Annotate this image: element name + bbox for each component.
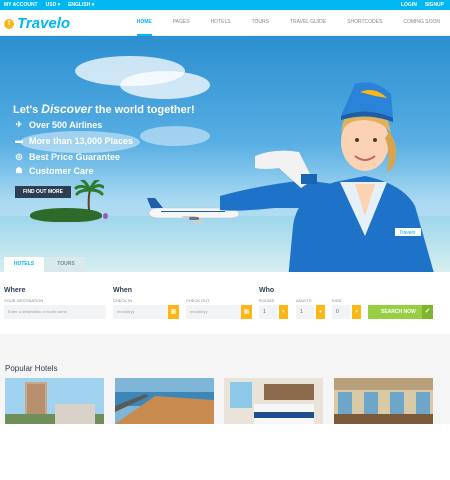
logo-text: Travelo [17,15,71,32]
adults-select[interactable]: 1 [296,305,314,319]
calendar-icon[interactable]: ▦ [241,305,252,319]
who-heading: Who [259,287,275,294]
kids-select[interactable]: 0 [332,305,350,319]
top-bar: MY ACCOUNT USD ▾ ENGLISH ▾ LOGIN SIGNUP [0,0,450,10]
bed-icon: ▬ [15,136,23,145]
chevron-down-icon[interactable]: ▾ [352,305,361,319]
nav-pages[interactable]: PAGES [173,19,190,36]
check-out-label: CHECK OUT [186,298,210,303]
nav-home[interactable]: HOME [137,19,152,36]
language-dropdown[interactable]: ENGLISH ▾ [68,2,94,8]
feature-care: ☗ Customer Care [15,166,94,176]
logo[interactable]: t Travelo [4,15,70,32]
check-in-input[interactable]: mm/dd/yy [113,305,169,319]
login-link[interactable]: LOGIN [401,2,417,8]
chevron-down-icon[interactable]: ▾ [279,305,288,319]
search-now-button[interactable]: SEARCH NOW ✓ [368,305,433,319]
cloud [140,126,210,146]
headset-icon: ☗ [15,166,23,175]
feature-price: ◎ Best Price Guarantee [15,152,121,162]
main-nav: HOME PAGES HOTELS TOURS TRAVEL GUIDE SHO… [116,19,440,36]
badge-icon: ◎ [15,152,23,161]
hotel-thumbnail[interactable] [224,378,323,424]
hero-title: Let's Discover the world together! [13,102,195,116]
hotel-thumbnail[interactable] [334,378,433,424]
name-tag-text: Travelo [399,230,416,236]
rooms-select[interactable]: 1 [259,305,277,319]
search-form: Where YOUR DESTINATION Enter a destinati… [0,272,450,334]
destination-label: YOUR DESTINATION [4,298,44,303]
feature-places: ▬ More than 13,000 Places [15,136,134,146]
cloud [120,71,210,99]
stewardess-image: Travelo [220,82,434,272]
plane-icon: ✈ [15,120,23,129]
when-heading: When [113,287,133,294]
my-account-link[interactable]: MY ACCOUNT [4,2,38,8]
header: t Travelo HOME PAGES HOTELS TOURS TRAVEL… [0,10,450,36]
destination-input[interactable]: Enter a destination or hotel name [4,305,106,319]
popular-hotels-section: Popular Hotels [0,334,450,424]
check-icon: ✓ [422,305,433,319]
chevron-down-icon[interactable]: ▾ [316,305,325,319]
tab-tours[interactable]: TOURS [46,257,86,272]
nav-coming-soon[interactable]: COMING SOON [403,19,440,36]
search-tabs: HOTELS TOURS [0,257,86,272]
check-in-label: CHECK IN [113,298,133,303]
popular-hotels-title: Popular Hotels [5,364,58,373]
rooms-label: ROOMS [259,298,275,303]
island-image [30,208,102,222]
balloon-icon [103,213,108,219]
check-out-input[interactable]: mm/dd/yy [186,305,242,319]
hotel-thumbnail[interactable] [5,378,104,424]
adults-label: ADULTS [296,298,312,303]
hero-banner: Let's Discover the world together! ✈ Ove… [0,36,450,272]
signup-link[interactable]: SIGNUP [425,2,444,8]
kids-label: KIDS [332,298,342,303]
tab-hotels[interactable]: HOTELS [4,257,44,272]
nav-shortcodes[interactable]: SHORTCODES [347,19,382,36]
nav-travel-guide[interactable]: TRAVEL GUIDE [290,19,326,36]
palm-tree-image [74,180,104,210]
where-heading: Where [4,287,26,294]
currency-dropdown[interactable]: USD ▾ [46,2,60,8]
feature-airlines: ✈ Over 500 Airlines [15,120,103,130]
logo-icon: t [4,18,14,29]
nav-hotels[interactable]: HOTELS [211,19,231,36]
calendar-icon[interactable]: ▦ [168,305,179,319]
find-out-more-button[interactable]: FIND OUT MORE [15,186,71,198]
hotel-thumbnail[interactable] [115,378,214,424]
nav-tours[interactable]: TOURS [252,19,269,36]
